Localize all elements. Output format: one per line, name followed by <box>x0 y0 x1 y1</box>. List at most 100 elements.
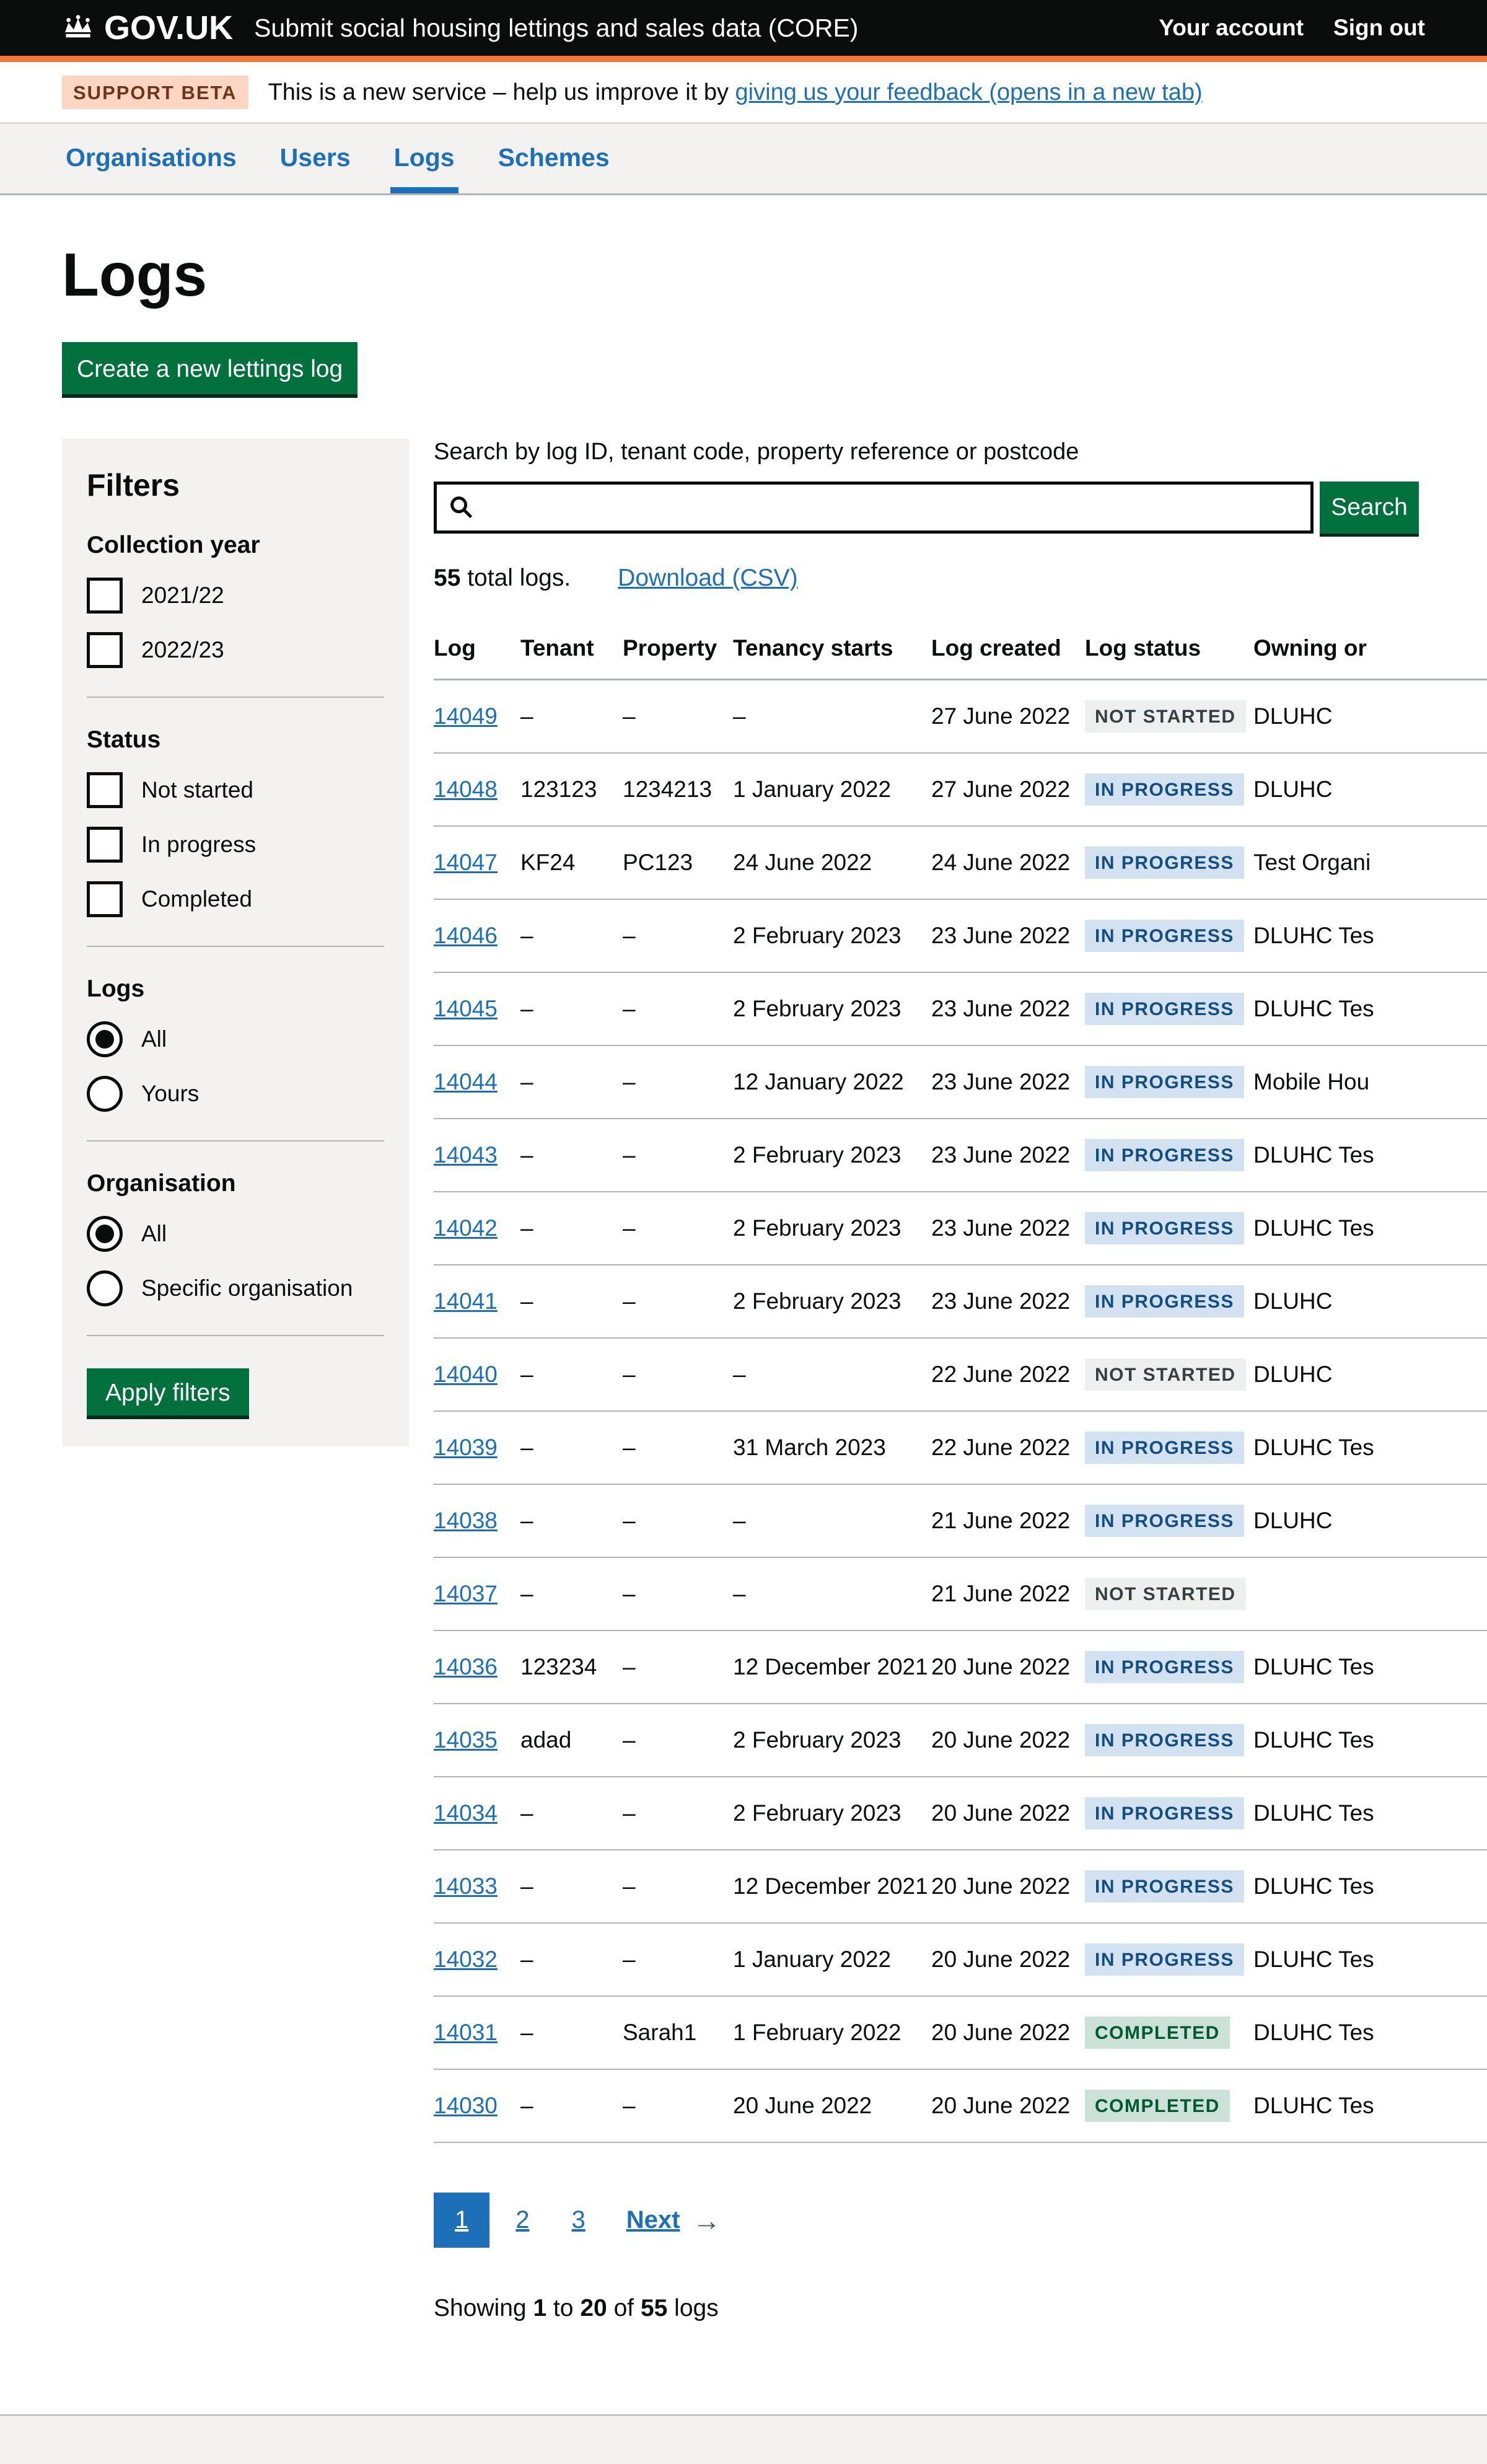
log-link[interactable]: 14035 <box>434 1727 498 1753</box>
checkbox-option-not-started[interactable]: Not started <box>87 772 384 808</box>
cell-starts: 2 February 2023 <box>733 1119 931 1192</box>
sign-out-link[interactable]: Sign out <box>1333 15 1425 41</box>
radio-specific-organisation[interactable] <box>87 1270 123 1306</box>
checkbox-not-started[interactable] <box>87 772 123 808</box>
radio-yours[interactable] <box>87 1076 123 1112</box>
radio-all[interactable] <box>87 1216 123 1252</box>
status-tag: IN PROGRESS <box>1085 1797 1244 1829</box>
log-link[interactable]: 14049 <box>434 703 498 729</box>
log-link[interactable]: 14030 <box>434 2093 498 2118</box>
log-link[interactable]: 14037 <box>434 1581 498 1606</box>
cell-tenant: – <box>520 1557 623 1630</box>
search-button[interactable]: Search <box>1320 482 1419 534</box>
checkbox-2021-22[interactable] <box>87 578 123 614</box>
filters-panel: Filters Collection year2021/222022/23Sta… <box>62 439 409 1446</box>
cell-tenant: – <box>520 1119 623 1192</box>
cell-status: IN PROGRESS <box>1085 1704 1253 1777</box>
radio-option-specific-organisation[interactable]: Specific organisation <box>87 1270 384 1306</box>
log-link[interactable]: 14047 <box>434 850 498 875</box>
log-link[interactable]: 14042 <box>434 1215 498 1241</box>
log-link[interactable]: 14043 <box>434 1142 498 1168</box>
cell-owning-organisation: Test Organi <box>1253 826 1487 899</box>
primary-nav: Organisations Users Logs Schemes <box>0 123 1487 195</box>
cell-status: IN PROGRESS <box>1085 1119 1253 1192</box>
status-tag: NOT STARTED <box>1085 1358 1246 1391</box>
showing-text: Showing <box>434 2295 533 2321</box>
apply-filters-button[interactable]: Apply filters <box>87 1368 249 1415</box>
radio-all[interactable] <box>87 1021 123 1057</box>
status-tag: NOT STARTED <box>1085 1578 1246 1610</box>
log-link[interactable]: 14048 <box>434 777 498 802</box>
page-1-current[interactable]: 1 <box>434 2193 489 2248</box>
log-link[interactable]: 14046 <box>434 923 498 948</box>
govuk-logo[interactable]: GOV.UK <box>62 9 233 47</box>
service-name[interactable]: Submit social housing lettings and sales… <box>254 14 858 43</box>
cell-starts: – <box>733 1557 931 1630</box>
table-row: 14031–Sarah11 February 202220 June 2022C… <box>434 1996 1487 2069</box>
page-title: Logs <box>62 240 1487 310</box>
radio-option-all[interactable]: All <box>87 1216 384 1252</box>
cell-starts: 20 June 2022 <box>733 2069 931 2142</box>
create-lettings-log-button[interactable]: Create a new lettings log <box>62 342 357 394</box>
log-link[interactable]: 14032 <box>434 1947 498 1972</box>
checkbox-2022-23[interactable] <box>87 632 123 668</box>
site-header: GOV.UK Submit social housing lettings an… <box>0 0 1487 62</box>
cell-tenant: – <box>520 972 623 1045</box>
cell-tenant: – <box>520 1996 623 2069</box>
cell-starts: – <box>733 1338 931 1411</box>
table-row: 14042––2 February 202323 June 2022IN PRO… <box>434 1192 1487 1265</box>
checkbox-option-completed[interactable]: Completed <box>87 881 384 917</box>
log-link[interactable]: 14033 <box>434 1873 498 1899</box>
showing-text: to <box>546 2295 580 2321</box>
page-2[interactable]: 2 <box>499 2193 545 2248</box>
cell-property: – <box>623 1923 733 1996</box>
cell-tenant: – <box>520 1484 623 1557</box>
cell-created: 23 June 2022 <box>931 1045 1085 1119</box>
log-link[interactable]: 14031 <box>434 2020 498 2045</box>
log-link[interactable]: 14038 <box>434 1508 498 1533</box>
option-label: Completed <box>141 886 252 912</box>
log-link[interactable]: 14036 <box>434 1654 498 1679</box>
status-tag: IN PROGRESS <box>1085 1943 1244 1976</box>
next-page-link[interactable]: Next <box>626 2206 680 2234</box>
download-csv-link[interactable]: Download (CSV) <box>618 565 797 592</box>
cell-property: – <box>623 1338 733 1411</box>
cell-starts: 2 February 2023 <box>733 1265 931 1338</box>
checkbox-in-progress[interactable] <box>87 827 123 863</box>
nav-item-logs[interactable]: Logs <box>390 123 458 193</box>
column-header-tenancy-starts: Tenancy starts <box>733 619 931 680</box>
log-link[interactable]: 14039 <box>434 1435 498 1460</box>
radio-option-all[interactable]: All <box>87 1021 384 1057</box>
checkbox-completed[interactable] <box>87 881 123 917</box>
cell-owning-organisation: DLUHC Tes <box>1253 1411 1487 1484</box>
cell-status: IN PROGRESS <box>1085 1777 1253 1850</box>
nav-item-organisations[interactable]: Organisations <box>62 123 240 193</box>
option-label: All <box>141 1026 167 1052</box>
filter-groups: Collection year2021/222022/23StatusNot s… <box>87 532 384 1306</box>
option-label: 2022/23 <box>141 637 224 663</box>
table-row: 14035adad–2 February 202320 June 2022IN … <box>434 1704 1487 1777</box>
checkbox-option-2021-22[interactable]: 2021/22 <box>87 578 384 614</box>
log-link[interactable]: 14034 <box>434 1800 498 1826</box>
nav-item-users[interactable]: Users <box>276 123 354 193</box>
search-input[interactable] <box>484 488 1299 527</box>
header-account-nav: Your account Sign out <box>1159 15 1425 41</box>
log-link[interactable]: 14040 <box>434 1362 498 1387</box>
checkbox-option-in-progress[interactable]: In progress <box>87 827 384 863</box>
radio-option-yours[interactable]: Yours <box>87 1076 384 1112</box>
main-content: Logs Create a new lettings log Filters C… <box>0 240 1487 2346</box>
logs-table: LogTenantPropertyTenancy startsLog creat… <box>434 619 1487 2143</box>
filters-title: Filters <box>87 467 384 503</box>
nav-item-schemes[interactable]: Schemes <box>494 123 613 193</box>
feedback-link[interactable]: giving us your feedback (opens in a new … <box>735 79 1203 105</box>
cell-created: 20 June 2022 <box>931 1630 1085 1704</box>
log-link[interactable]: 14045 <box>434 996 498 1021</box>
your-account-link[interactable]: Your account <box>1159 15 1304 41</box>
cell-status: IN PROGRESS <box>1085 972 1253 1045</box>
log-link[interactable]: 14041 <box>434 1288 498 1314</box>
cell-property: – <box>623 1119 733 1192</box>
log-link[interactable]: 14044 <box>434 1069 498 1094</box>
page-3[interactable]: 3 <box>556 2193 602 2248</box>
cell-created: 20 June 2022 <box>931 1777 1085 1850</box>
checkbox-option-2022-23[interactable]: 2022/23 <box>87 632 384 668</box>
